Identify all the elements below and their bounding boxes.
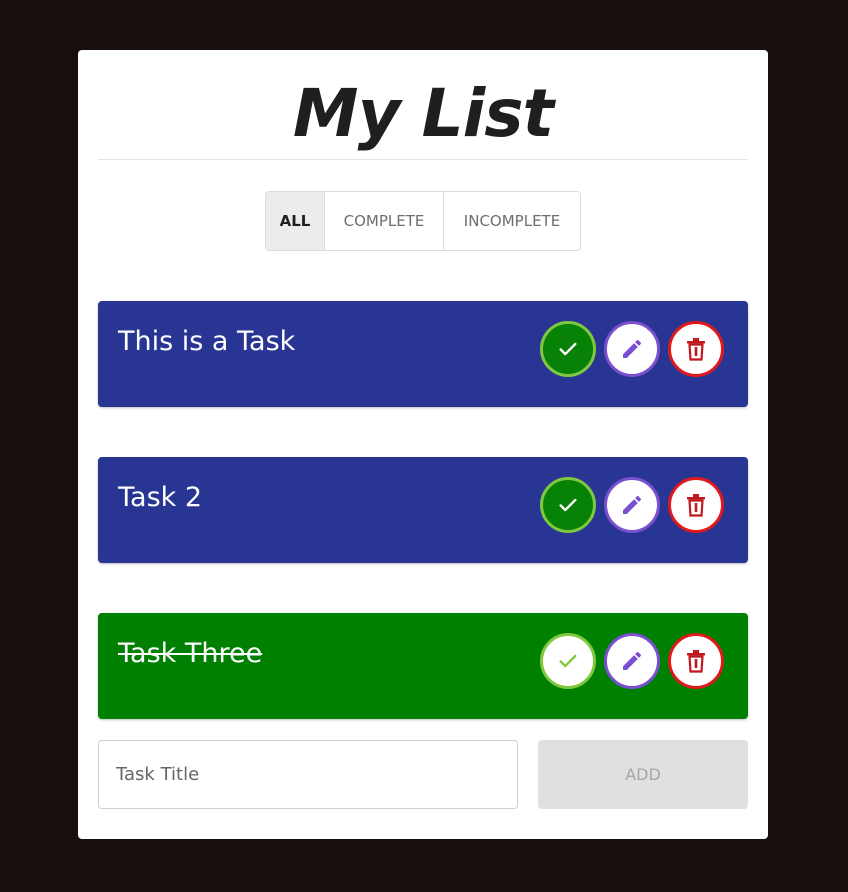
pencil-icon xyxy=(623,495,642,514)
filter-all-button[interactable]: ALL xyxy=(266,192,325,250)
task-actions xyxy=(540,633,724,689)
complete-task-button[interactable] xyxy=(540,633,596,689)
trash-icon xyxy=(687,650,705,673)
edit-task-button[interactable] xyxy=(604,477,660,533)
check-icon xyxy=(559,342,577,356)
delete-task-button[interactable] xyxy=(668,477,724,533)
task-item: Task 2 xyxy=(98,457,748,563)
check-icon xyxy=(559,498,577,512)
trash-icon xyxy=(687,494,705,517)
pencil-icon xyxy=(623,651,642,670)
todo-card: My List ALL COMPLETE INCOMPLETE This is … xyxy=(78,50,768,839)
delete-task-button[interactable] xyxy=(668,321,724,377)
new-task-field-wrapper xyxy=(98,740,518,809)
task-actions xyxy=(540,321,724,377)
task-title: This is a Task xyxy=(118,326,296,357)
add-task-button[interactable]: ADD xyxy=(538,740,748,809)
complete-task-button[interactable] xyxy=(540,477,596,533)
trash-icon xyxy=(687,338,705,361)
filter-complete-button[interactable]: COMPLETE xyxy=(325,192,444,250)
check-icon xyxy=(559,654,577,668)
task-item: Task Three xyxy=(98,613,748,719)
task-item: This is a Task xyxy=(98,301,748,407)
edit-task-button[interactable] xyxy=(604,633,660,689)
task-title: Task 2 xyxy=(118,482,203,513)
edit-task-button[interactable] xyxy=(604,321,660,377)
complete-task-button[interactable] xyxy=(540,321,596,377)
delete-task-button[interactable] xyxy=(668,633,724,689)
pencil-icon xyxy=(623,339,642,358)
filter-tabs: ALL COMPLETE INCOMPLETE xyxy=(265,191,581,251)
title-divider xyxy=(98,159,748,160)
filter-incomplete-button[interactable]: INCOMPLETE xyxy=(444,192,580,250)
task-title: Task Three xyxy=(118,638,263,669)
task-actions xyxy=(540,477,724,533)
task-title-input[interactable] xyxy=(98,740,518,809)
page-title: My List xyxy=(292,75,554,152)
